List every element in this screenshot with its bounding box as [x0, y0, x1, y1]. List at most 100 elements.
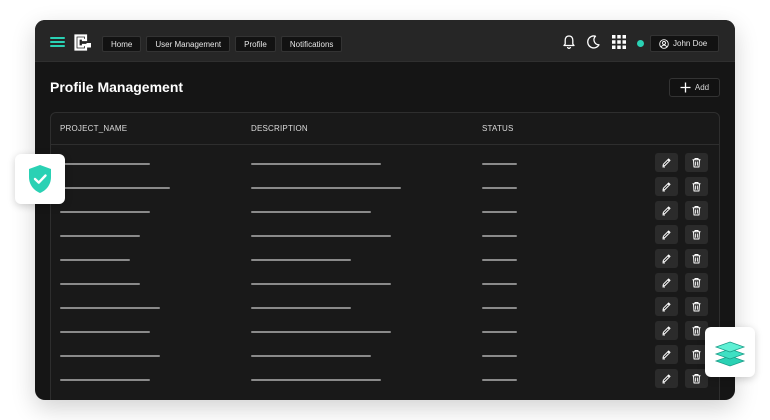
trash-icon	[692, 230, 701, 240]
status-placeholder	[482, 163, 517, 165]
description-placeholder	[251, 259, 351, 261]
page-title: Profile Management	[50, 79, 184, 95]
nav-profile-button[interactable]: Profile	[235, 36, 276, 52]
edit-button[interactable]	[655, 249, 678, 268]
bell-icon[interactable]	[561, 34, 577, 50]
pencil-icon	[662, 158, 671, 168]
description-placeholder	[251, 283, 391, 285]
pencil-icon	[662, 326, 671, 336]
status-placeholder	[482, 211, 517, 213]
edit-button[interactable]	[655, 225, 678, 244]
table-row	[51, 272, 719, 296]
trash-icon	[692, 326, 701, 336]
trash-icon	[692, 278, 701, 288]
edit-button[interactable]	[655, 321, 678, 340]
edit-button[interactable]	[655, 177, 678, 196]
project-name-placeholder	[60, 187, 170, 189]
table-header: PROJECT_NAME DESCRIPTION STATUS	[51, 113, 719, 145]
plus-icon	[680, 82, 691, 93]
hamburger-menu-icon[interactable]	[50, 37, 65, 47]
table-row	[51, 176, 719, 200]
project-name-placeholder	[60, 283, 140, 285]
user-menu-button[interactable]: John Doe	[650, 35, 719, 52]
table-row	[51, 200, 719, 224]
edit-button[interactable]	[655, 273, 678, 292]
project-name-placeholder	[60, 379, 150, 381]
description-placeholder	[251, 187, 401, 189]
delete-button[interactable]	[685, 225, 708, 244]
nav-notifications-button[interactable]: Notifications	[280, 36, 343, 52]
table-row	[51, 152, 719, 176]
description-placeholder	[251, 379, 381, 381]
status-placeholder	[482, 379, 517, 381]
table-row	[51, 320, 719, 344]
delete-button[interactable]	[685, 249, 708, 268]
description-placeholder	[251, 307, 351, 309]
shield-check-icon	[29, 165, 51, 193]
edit-button[interactable]	[655, 369, 678, 388]
project-name-placeholder	[60, 163, 150, 165]
status-placeholder	[482, 307, 517, 309]
app-window: Home User Management Profile Notificatio…	[35, 20, 735, 400]
status-placeholder	[482, 235, 517, 237]
status-placeholder	[482, 283, 517, 285]
project-name-placeholder	[60, 331, 150, 333]
layers-badge	[705, 327, 755, 377]
delete-button[interactable]	[685, 297, 708, 316]
pencil-icon	[662, 230, 671, 240]
description-placeholder	[251, 211, 371, 213]
trash-icon	[692, 206, 701, 216]
edit-button[interactable]	[655, 201, 678, 220]
project-name-placeholder	[60, 211, 150, 213]
table-row	[51, 296, 719, 320]
logo-icon	[74, 34, 91, 51]
project-name-placeholder	[60, 235, 140, 237]
delete-button[interactable]	[685, 273, 708, 292]
table-row	[51, 224, 719, 248]
breadcrumb-nav: Home User Management Profile Notificatio…	[102, 36, 343, 52]
pencil-icon	[662, 302, 671, 312]
edit-button[interactable]	[655, 297, 678, 316]
description-placeholder	[251, 331, 391, 333]
trash-icon	[692, 254, 701, 264]
column-header-description: DESCRIPTION	[251, 124, 308, 133]
delete-button[interactable]	[685, 153, 708, 172]
description-placeholder	[251, 235, 391, 237]
user-name: John Doe	[673, 39, 708, 48]
add-button-label: Add	[694, 83, 710, 92]
status-placeholder	[482, 259, 517, 261]
top-bar: Home User Management Profile Notificatio…	[35, 20, 735, 62]
table-row	[51, 248, 719, 272]
project-name-placeholder	[60, 259, 130, 261]
project-name-placeholder	[60, 307, 160, 309]
pencil-icon	[662, 182, 671, 192]
edit-button[interactable]	[655, 345, 678, 364]
status-placeholder	[482, 331, 517, 333]
grid-icon[interactable]	[611, 34, 627, 50]
trash-icon	[692, 158, 701, 168]
pencil-icon	[662, 278, 671, 288]
description-placeholder	[251, 163, 381, 165]
pencil-icon	[662, 350, 671, 360]
add-button[interactable]: Add	[669, 78, 720, 97]
status-placeholder	[482, 187, 517, 189]
column-header-status: STATUS	[482, 124, 514, 133]
nav-user-management-button[interactable]: User Management	[146, 36, 231, 52]
edit-button[interactable]	[655, 153, 678, 172]
moon-icon[interactable]	[585, 34, 601, 50]
delete-button[interactable]	[685, 201, 708, 220]
profiles-table: PROJECT_NAME DESCRIPTION STATUS	[50, 112, 720, 400]
table-row	[51, 344, 719, 368]
trash-icon	[692, 302, 701, 312]
pencil-icon	[662, 374, 671, 384]
pencil-icon	[662, 206, 671, 216]
pencil-icon	[662, 254, 671, 264]
trash-icon	[692, 350, 701, 360]
column-header-project-name: PROJECT_NAME	[60, 124, 128, 133]
trash-icon	[692, 182, 701, 192]
layers-icon	[714, 341, 746, 367]
delete-button[interactable]	[685, 177, 708, 196]
project-name-placeholder	[60, 355, 160, 357]
online-status-dot	[637, 40, 644, 47]
nav-home-button[interactable]: Home	[102, 36, 142, 52]
